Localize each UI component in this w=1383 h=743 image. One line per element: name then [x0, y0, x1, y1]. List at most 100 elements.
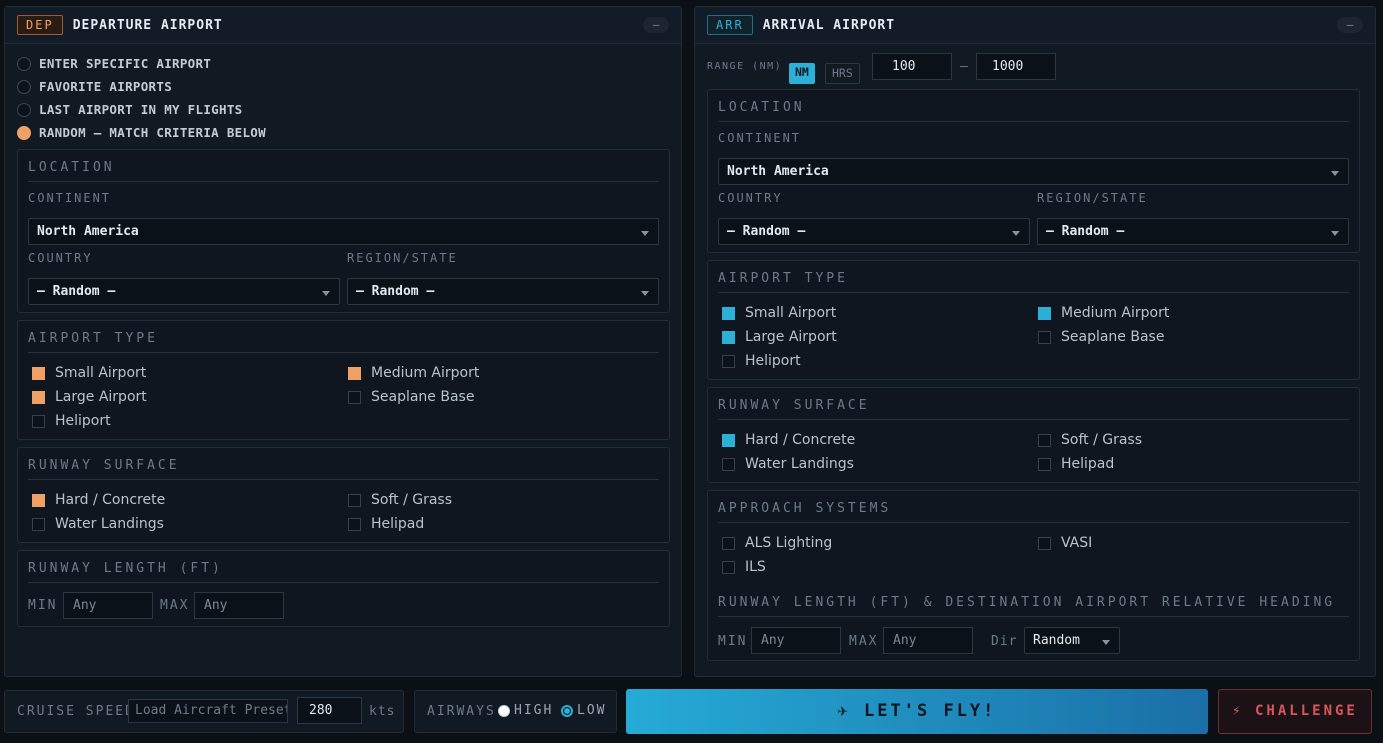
runway-max-input[interactable]: Any [194, 592, 284, 619]
chevron-down-icon [1102, 640, 1110, 645]
cruise-speed-label: CRUISE SPEED [17, 704, 135, 719]
checkbox-seaplane-base[interactable]: Seaplane Base [1038, 329, 1164, 345]
checkbox-icon[interactable] [1038, 457, 1051, 471]
checkbox-checked-icon[interactable] [722, 306, 735, 320]
range-min-input[interactable]: 100 [872, 53, 952, 80]
continent-select[interactable]: North America [28, 218, 659, 245]
checkbox-icon[interactable] [722, 536, 735, 550]
checkbox-icon[interactable] [348, 493, 361, 507]
unit-nm-button[interactable]: NM [789, 63, 815, 84]
checkbox-icon[interactable] [32, 414, 45, 428]
section-title: APPROACH SYSTEMS [718, 501, 892, 516]
radio-enter-specific-airport[interactable]: ENTER SPECIFIC AIRPORT [17, 56, 211, 71]
range-max-input[interactable]: 1000 [976, 53, 1056, 80]
section-title: LOCATION [718, 100, 805, 115]
checkbox-ils[interactable]: ILS [722, 559, 766, 575]
checkbox-hard-concrete[interactable]: Hard / Concrete [722, 432, 855, 448]
checkbox-water-landings[interactable]: Water Landings [722, 456, 854, 472]
radio-favorite-airports[interactable]: FAVORITE AIRPORTS [17, 79, 172, 94]
aircraft-preset-select[interactable]: Load Aircraft Presets [128, 699, 288, 723]
divider [28, 352, 659, 353]
runway-min-input[interactable]: Any [751, 627, 841, 654]
radio-selected-icon[interactable] [561, 704, 573, 717]
region-select[interactable]: – Random – [347, 278, 659, 305]
arrival-header: ARR ARRIVAL AIRPORT – [695, 7, 1375, 44]
checkbox-seaplane-base[interactable]: Seaplane Base [348, 389, 474, 405]
checkbox-hard-concrete[interactable]: Hard / Concrete [32, 492, 165, 508]
radio-last-airport[interactable]: LAST AIRPORT IN MY FLIGHTS [17, 102, 242, 117]
arrival-airport-type-section: AIRPORT TYPE Small Airport Medium Airpor… [707, 260, 1360, 380]
continent-label: CONTINENT [28, 191, 112, 205]
checkbox-icon[interactable] [1038, 536, 1051, 550]
cruise-speed-input[interactable]: 280 [297, 697, 362, 724]
checkbox-large-airport[interactable]: Large Airport [722, 329, 837, 345]
unit-hrs-button[interactable]: HRS [825, 63, 860, 84]
checkbox-checked-icon[interactable] [722, 330, 735, 344]
checkbox-helipad[interactable]: Helipad [348, 516, 424, 532]
checkbox-water-landings[interactable]: Water Landings [32, 516, 164, 532]
departure-panel: DEP DEPARTURE AIRPORT – ENTER SPECIFIC A… [4, 6, 682, 677]
radio-icon[interactable] [17, 102, 31, 117]
radio-icon[interactable] [17, 79, 31, 94]
checkbox-helipad[interactable]: Helipad [1038, 456, 1114, 472]
checkbox-large-airport[interactable]: Large Airport [32, 389, 147, 405]
lets-fly-button[interactable]: ✈ LET'S FLY! [626, 689, 1208, 734]
checkbox-icon[interactable] [1038, 433, 1051, 447]
radio-selected-icon[interactable] [17, 125, 31, 140]
departure-collapse-button[interactable]: – [643, 17, 669, 33]
divider [718, 522, 1349, 523]
radio-icon[interactable] [17, 56, 31, 71]
checkbox-icon[interactable] [1038, 330, 1051, 344]
checkbox-soft-grass[interactable]: Soft / Grass [348, 492, 452, 508]
checkbox-checked-icon[interactable] [32, 390, 45, 404]
checkbox-icon[interactable] [348, 517, 361, 531]
challenge-button[interactable]: ⚡ CHALLENGE [1218, 689, 1372, 734]
checkbox-icon[interactable] [722, 560, 735, 574]
checkbox-checked-icon[interactable] [722, 433, 735, 447]
airways-low-radio[interactable]: LOW [561, 703, 606, 718]
checkbox-small-airport[interactable]: Small Airport [32, 365, 146, 381]
min-label: MIN [28, 598, 58, 613]
country-select[interactable]: – Random – [28, 278, 340, 305]
section-title: AIRPORT TYPE [28, 331, 158, 346]
departure-tag: DEP [17, 15, 63, 35]
checkbox-checked-icon[interactable] [1038, 306, 1051, 320]
runway-min-input[interactable]: Any [63, 592, 153, 619]
region-label: REGION/STATE [347, 251, 458, 265]
arrival-approach-section: APPROACH SYSTEMS ALS Lighting VASI ILS R… [707, 490, 1360, 661]
radio-icon[interactable] [498, 704, 510, 717]
checkbox-checked-icon[interactable] [32, 493, 45, 507]
checkbox-als-lighting[interactable]: ALS Lighting [722, 535, 832, 551]
checkbox-checked-icon[interactable] [348, 366, 361, 380]
checkbox-icon[interactable] [722, 457, 735, 471]
heading-dir-select[interactable]: Random [1024, 627, 1120, 654]
section-title: RUNWAY SURFACE [718, 398, 870, 413]
max-label: MAX [160, 598, 190, 613]
arrival-runway-surface-section: RUNWAY SURFACE Hard / Concrete Soft / Gr… [707, 387, 1360, 483]
airways-high-radio[interactable]: HIGH [498, 703, 553, 718]
checkbox-checked-icon[interactable] [32, 366, 45, 380]
region-select[interactable]: – Random – [1037, 218, 1349, 245]
checkbox-heliport[interactable]: Heliport [32, 413, 111, 429]
runway-max-input[interactable]: Any [883, 627, 973, 654]
departure-runway-surface-section: RUNWAY SURFACE Hard / Concrete Soft / Gr… [17, 447, 670, 543]
arrival-collapse-button[interactable]: – [1337, 17, 1363, 33]
checkbox-heliport[interactable]: Heliport [722, 353, 801, 369]
divider [28, 479, 659, 480]
cruise-speed-bar: CRUISE SPEED Load Aircraft Presets 280 k… [4, 690, 404, 733]
checkbox-icon[interactable] [348, 390, 361, 404]
country-select[interactable]: – Random – [718, 218, 1030, 245]
radio-random-criteria[interactable]: RANDOM — MATCH CRITERIA BELOW [17, 125, 266, 140]
checkbox-vasi[interactable]: VASI [1038, 535, 1092, 551]
checkbox-medium-airport[interactable]: Medium Airport [348, 365, 479, 381]
checkbox-medium-airport[interactable]: Medium Airport [1038, 305, 1169, 321]
continent-select[interactable]: North America [718, 158, 1349, 185]
chevron-down-icon [641, 231, 649, 236]
checkbox-icon[interactable] [32, 517, 45, 531]
checkbox-icon[interactable] [722, 354, 735, 368]
arrival-title: ARRIVAL AIRPORT [762, 17, 896, 33]
checkbox-small-airport[interactable]: Small Airport [722, 305, 836, 321]
divider [28, 181, 659, 182]
speed-unit: kts [369, 704, 396, 719]
checkbox-soft-grass[interactable]: Soft / Grass [1038, 432, 1142, 448]
